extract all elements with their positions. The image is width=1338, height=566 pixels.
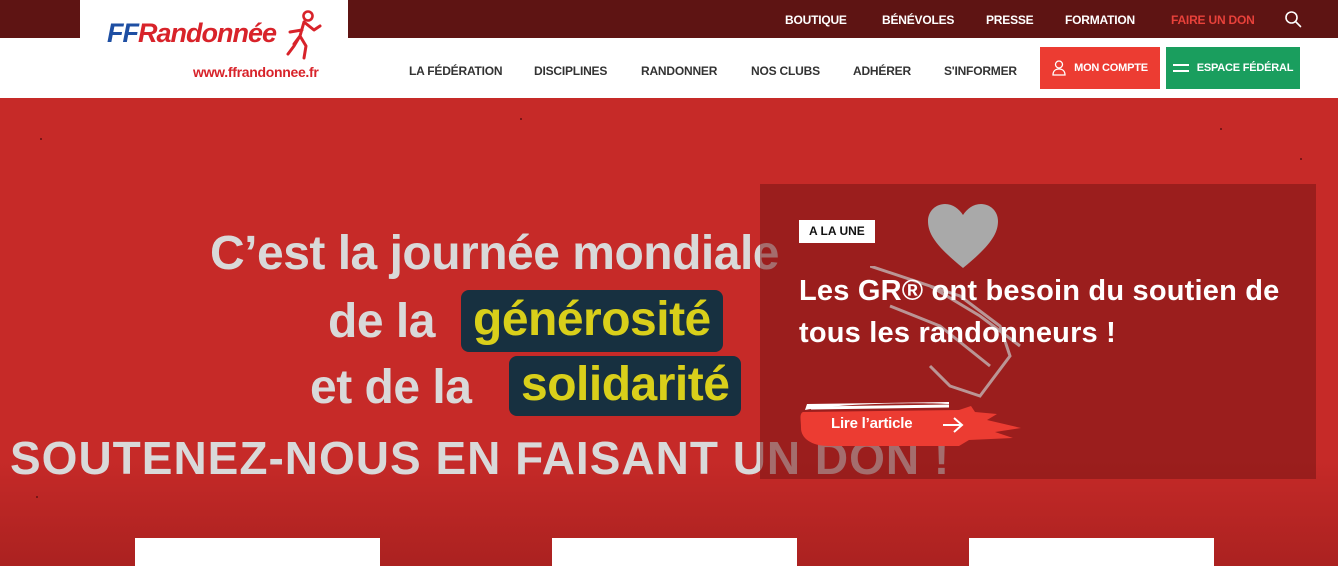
nav-item-sinformer[interactable]: S'INFORMER <box>944 64 1017 78</box>
federal-space-button[interactable]: ESPACE FÉDÉRAL <box>1166 47 1300 89</box>
my-account-button[interactable]: MON COMPTE <box>1040 47 1160 89</box>
featured-article-title[interactable]: Les GR® ont besoin du soutien de tous le… <box>799 270 1289 354</box>
hero-line-2-prefix: de la <box>328 295 435 348</box>
arrow-right-icon <box>943 417 964 433</box>
nav-item-randonner[interactable]: RANDONNER <box>641 64 717 78</box>
nav-item-disciplines[interactable]: DISCIPLINES <box>534 64 607 78</box>
nav-item-nos-clubs[interactable]: NOS CLUBS <box>751 64 820 78</box>
nav-item-adherer[interactable]: ADHÉRER <box>853 64 911 78</box>
featured-article-panel: A LA UNE Les GR® ont besoin du soutien d… <box>760 184 1316 479</box>
texture-speck <box>1300 158 1302 160</box>
read-article-button[interactable]: Lire l’article <box>799 402 1027 448</box>
hero-highlight-solidarite: solidarité <box>509 356 742 416</box>
topbar-link-presse[interactable]: PRESSE <box>986 13 1034 27</box>
nav-item-federation[interactable]: LA FÉDÉRATION <box>409 64 503 78</box>
menu-icon <box>1172 64 1189 72</box>
search-icon[interactable] <box>1284 10 1302 28</box>
logo-ff: FF <box>107 18 139 48</box>
my-account-label: MON COMPTE <box>1074 62 1148 74</box>
topbar-link-formation[interactable]: FORMATION <box>1065 13 1135 27</box>
quick-link-card[interactable] <box>969 538 1214 566</box>
hiker-logo-icon <box>286 10 322 60</box>
topbar-link-faire-un-don[interactable]: FAIRE UN DON <box>1171 13 1255 27</box>
heart-icon <box>928 204 998 268</box>
a-la-une-badge: A LA UNE <box>799 220 875 243</box>
topbar-link-benevoles[interactable]: BÉNÉVOLES <box>882 13 954 27</box>
quick-link-card[interactable] <box>135 538 380 566</box>
logo-url: www.ffrandonnee.fr <box>193 64 319 80</box>
site-logo[interactable]: FFRandonnée www.ffrandonnee.fr <box>80 0 348 98</box>
user-icon <box>1052 60 1066 76</box>
texture-speck <box>520 118 522 120</box>
texture-speck <box>40 138 42 140</box>
texture-speck <box>1220 128 1222 130</box>
read-article-label: Lire l’article <box>831 415 913 432</box>
quick-link-card[interactable] <box>552 538 797 566</box>
logo-randonnee: Randonnée <box>138 18 277 48</box>
topbar-link-boutique[interactable]: BOUTIQUE <box>785 13 847 27</box>
hero-highlight-generosite: générosité <box>461 290 723 352</box>
hero-line-3-prefix: et de la <box>310 361 472 414</box>
hero-line-1: C’est la journée mondiale <box>210 227 779 280</box>
logo-wordmark: FFRandonnée <box>107 18 277 49</box>
federal-space-label: ESPACE FÉDÉRAL <box>1196 62 1294 74</box>
hero-banner: C’est la journée mondiale de la générosi… <box>0 98 1338 566</box>
